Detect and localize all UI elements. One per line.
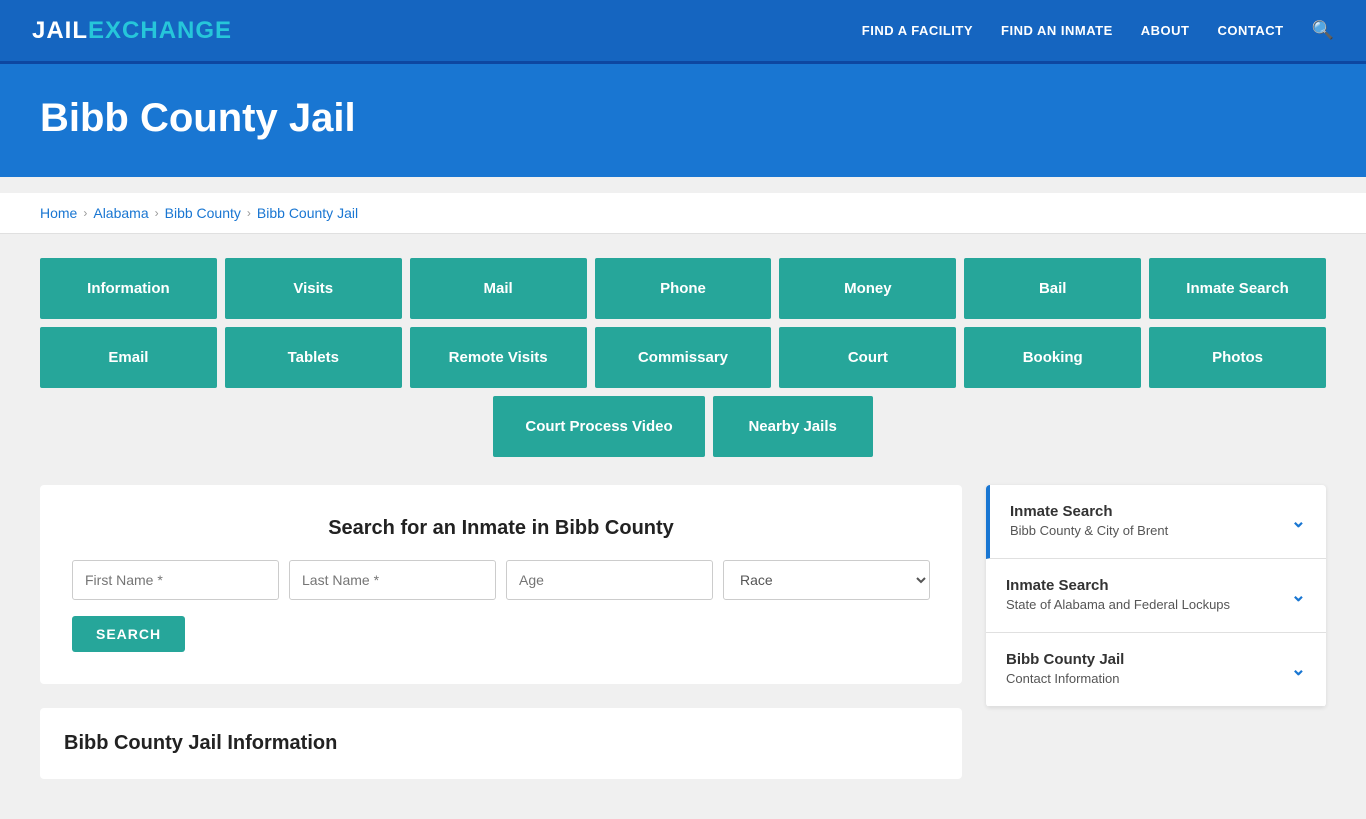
btn-remote-visits[interactable]: Remote Visits (410, 327, 587, 388)
breadcrumb-sep-1: › (83, 206, 87, 220)
btn-court-process-video[interactable]: Court Process Video (493, 396, 704, 457)
search-button[interactable]: SEARCH (72, 616, 185, 652)
breadcrumb: Home › Alabama › Bibb County › Bibb Coun… (0, 193, 1366, 234)
nav-find-facility[interactable]: FIND A FACILITY (862, 23, 973, 38)
age-input[interactable] (506, 560, 713, 600)
nav-about[interactable]: ABOUT (1141, 23, 1190, 38)
lower-section: Search for an Inmate in Bibb County Race… (40, 485, 1326, 779)
breadcrumb-sep-3: › (247, 206, 251, 220)
btn-nearby-jails[interactable]: Nearby Jails (713, 396, 873, 457)
main-content: Home › Alabama › Bibb County › Bibb Coun… (0, 177, 1366, 819)
sidebar: Inmate Search Bibb County & City of Bren… (986, 485, 1326, 707)
btn-court[interactable]: Court (779, 327, 956, 388)
nav-find-inmate[interactable]: FIND AN INMATE (1001, 23, 1113, 38)
sidebar-item-subtitle-1: State of Alabama and Federal Lockups (1006, 597, 1230, 612)
search-section: Search for an Inmate in Bibb County Race… (40, 485, 962, 684)
info-title: Bibb County Jail Information (64, 732, 938, 755)
navbar: JAIL EXCHANGE FIND A FACILITY FIND AN IN… (0, 0, 1366, 64)
btn-mail[interactable]: Mail (410, 258, 587, 319)
page-title: Bibb County Jail (40, 96, 1326, 141)
btn-tablets[interactable]: Tablets (225, 327, 402, 388)
btn-commissary[interactable]: Commissary (595, 327, 772, 388)
last-name-input[interactable] (289, 560, 496, 600)
btn-photos[interactable]: Photos (1149, 327, 1326, 388)
sidebar-item-1[interactable]: Inmate Search State of Alabama and Feder… (986, 559, 1326, 633)
sidebar-item-text-0: Inmate Search Bibb County & City of Bren… (1010, 503, 1168, 540)
nav-grid-row3: Court Process Video Nearby Jails (40, 396, 1326, 457)
race-select[interactable]: Race (723, 560, 930, 600)
breadcrumb-bibb-county[interactable]: Bibb County (165, 205, 241, 221)
breadcrumb-current: Bibb County Jail (257, 205, 358, 221)
sidebar-item-0[interactable]: Inmate Search Bibb County & City of Bren… (986, 485, 1326, 559)
nav-grid-row1: Information Visits Mail Phone Money Bail… (40, 258, 1326, 319)
breadcrumb-sep-2: › (155, 206, 159, 220)
btn-visits[interactable]: Visits (225, 258, 402, 319)
sidebar-item-2[interactable]: Bibb County Jail Contact Information ⌄ (986, 633, 1326, 707)
btn-information[interactable]: Information (40, 258, 217, 319)
btn-email[interactable]: Email (40, 327, 217, 388)
sidebar-item-title-0: Inmate Search (1010, 503, 1168, 520)
main-nav: FIND A FACILITY FIND AN INMATE ABOUT CON… (862, 20, 1334, 41)
chevron-down-icon-1: ⌄ (1291, 585, 1306, 606)
sidebar-item-subtitle-0: Bibb County & City of Brent (1010, 523, 1168, 538)
sidebar-item-title-2: Bibb County Jail (1006, 651, 1124, 668)
logo-exchange: EXCHANGE (88, 17, 232, 45)
chevron-down-icon-0: ⌄ (1291, 511, 1306, 532)
search-icon[interactable]: 🔍 (1312, 20, 1334, 41)
info-section: Bibb County Jail Information (40, 708, 962, 779)
nav-contact[interactable]: CONTACT (1217, 23, 1283, 38)
sidebar-item-text-1: Inmate Search State of Alabama and Feder… (1006, 577, 1230, 614)
btn-phone[interactable]: Phone (595, 258, 772, 319)
logo-jail: JAIL (32, 17, 88, 45)
breadcrumb-alabama[interactable]: Alabama (93, 205, 148, 221)
chevron-down-icon-2: ⌄ (1291, 659, 1306, 680)
sidebar-item-title-1: Inmate Search (1006, 577, 1230, 594)
sidebar-item-text-2: Bibb County Jail Contact Information (1006, 651, 1124, 688)
sidebar-item-subtitle-2: Contact Information (1006, 671, 1119, 686)
btn-booking[interactable]: Booking (964, 327, 1141, 388)
search-fields: Race (72, 560, 930, 600)
logo[interactable]: JAIL EXCHANGE (32, 17, 232, 45)
first-name-input[interactable] (72, 560, 279, 600)
breadcrumb-home[interactable]: Home (40, 205, 77, 221)
btn-inmate-search[interactable]: Inmate Search (1149, 258, 1326, 319)
hero-banner: Bibb County Jail (0, 64, 1366, 177)
search-and-info: Search for an Inmate in Bibb County Race… (40, 485, 962, 779)
search-title: Search for an Inmate in Bibb County (72, 517, 930, 540)
btn-money[interactable]: Money (779, 258, 956, 319)
btn-bail[interactable]: Bail (964, 258, 1141, 319)
nav-grid-row2: Email Tablets Remote Visits Commissary C… (40, 327, 1326, 388)
